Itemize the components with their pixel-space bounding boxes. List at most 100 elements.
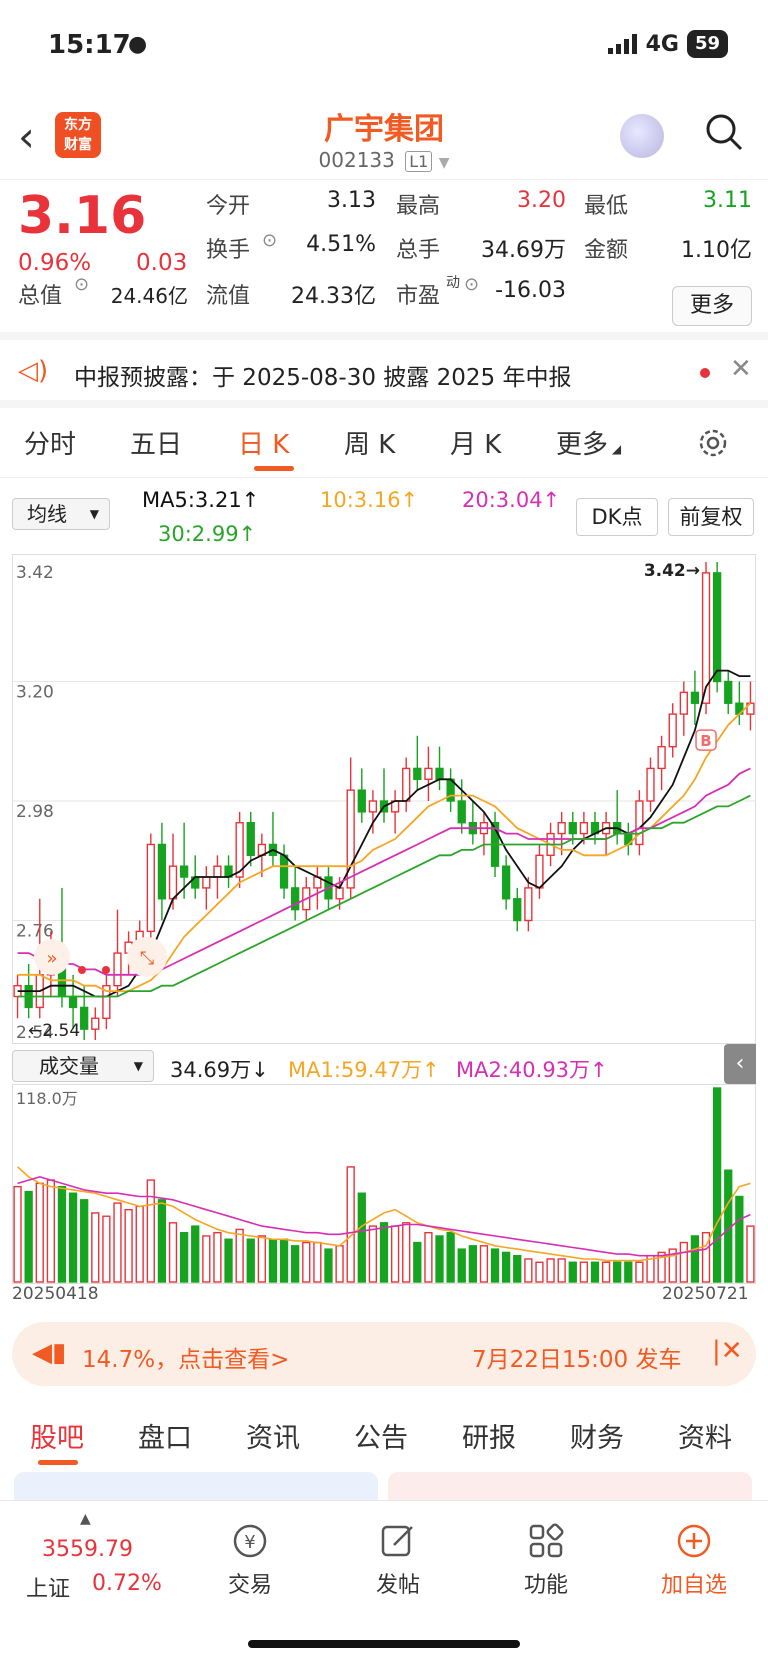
candle-body — [179, 865, 189, 878]
volume-bar — [379, 1222, 389, 1283]
tab-weekly-k[interactable]: 周 K — [344, 424, 395, 461]
volume-chart[interactable]: 118.0万 — [12, 1084, 756, 1284]
plus-circle-icon — [677, 1524, 711, 1558]
current-price: 3.16 — [18, 186, 147, 246]
index-name[interactable]: 上证 — [26, 1571, 70, 1603]
volume-max-label: 118.0万 — [16, 1089, 78, 1108]
event-dot — [102, 966, 110, 974]
tab-orderbook[interactable]: 盘口 — [138, 1416, 192, 1455]
volume-bar — [524, 1258, 533, 1283]
close-icon[interactable]: ✕ — [730, 354, 752, 384]
candle-body — [357, 789, 366, 813]
index-pct[interactable]: 0.72% — [92, 1571, 162, 1596]
volume-bar — [202, 1235, 211, 1283]
candle-body — [579, 822, 589, 835]
tab-finance[interactable]: 财务 — [570, 1416, 624, 1455]
quote-panel: 3.16 0.96% 0.03 今开 3.13 最高 3.20 最低 3.11 … — [0, 180, 768, 340]
volume-legend: 成交量 ▼ 34.69万↓ MA1:59.47万↑ MA2:40.93万↑ ‹ — [0, 1044, 768, 1084]
volume-bar — [57, 1185, 67, 1283]
date-start: 20250418 — [12, 1284, 99, 1304]
candle-body — [635, 800, 644, 846]
candle-body — [457, 800, 466, 824]
candle-body — [246, 822, 255, 857]
tab-announcements[interactable]: 公告 — [354, 1416, 408, 1455]
close-icon[interactable]: |✕ — [712, 1336, 743, 1366]
volume-bar — [168, 1222, 178, 1283]
volume-select[interactable]: 成交量 ▼ — [12, 1050, 154, 1082]
tab-five-day[interactable]: 五日 — [130, 424, 182, 461]
volume-bar — [446, 1231, 455, 1283]
indicator-select[interactable]: 均线 ▼ — [12, 498, 110, 530]
volume-ma2: MA2:40.93万↑ — [456, 1058, 608, 1082]
high-label: 最高 — [396, 194, 441, 219]
info-icon[interactable]: ⊙ — [262, 230, 277, 251]
content-card-peek — [14, 1472, 378, 1502]
assistant-robot-icon[interactable] — [620, 114, 664, 158]
low-label: 最低 — [584, 194, 629, 219]
grid-icon — [529, 1523, 564, 1558]
volume-bar — [35, 1182, 44, 1283]
candle-body — [679, 691, 688, 715]
level-badge: L1 — [405, 151, 433, 172]
promo-banner[interactable]: ◀▮ 14.7%，点击查看> 7月22日15:00 发车 |✕ — [12, 1322, 756, 1386]
tab-monthly-k[interactable]: 月 K — [450, 424, 501, 461]
volume-bar — [590, 1261, 600, 1283]
volume-bar — [235, 1228, 244, 1283]
volume-bar — [435, 1235, 444, 1283]
volume-bar — [490, 1248, 500, 1283]
dk-point-button[interactable]: DK点 — [576, 498, 658, 536]
gear-icon[interactable] — [696, 426, 730, 460]
volume-bar — [635, 1261, 644, 1283]
double-chevron-icon: » — [46, 948, 57, 969]
volume-ma1: MA1:59.47万↑ — [288, 1058, 440, 1082]
float-value: 24.33亿 — [291, 284, 376, 309]
volume-bar — [413, 1241, 422, 1283]
tab-news[interactable]: 资讯 — [246, 1416, 300, 1455]
volume-bar — [724, 1169, 733, 1283]
y-tick-label: 3.42 — [16, 563, 54, 583]
info-tabs: 股吧 盘口 资讯 公告 研报 财务 资料 — [0, 1400, 768, 1470]
nav-trade[interactable]: ¥ 交易 — [200, 1521, 300, 1599]
triangle-icon: ◢ — [608, 442, 622, 456]
info-icon[interactable]: ⊙ — [74, 274, 89, 295]
tab-research[interactable]: 研报 — [462, 1416, 516, 1455]
candle-body — [402, 767, 411, 802]
chevron-down-icon: ▼ — [133, 1059, 143, 1073]
volume-bar — [191, 1225, 200, 1283]
tab-profile[interactable]: 资料 — [678, 1416, 732, 1455]
min-price-label: ←2.54 — [28, 1021, 80, 1041]
candlestick-chart[interactable]: 3.423.202.982.762.543.42→←2.54B» ⤡ — [12, 554, 756, 1044]
index-value[interactable]: 3559.79 — [42, 1537, 133, 1562]
nav-function[interactable]: 功能 — [496, 1521, 596, 1599]
tab-intraday[interactable]: 分时 — [24, 424, 76, 461]
volume-bar — [80, 1199, 89, 1283]
stock-code: 002133 — [318, 148, 395, 172]
change-value: 0.03 — [136, 250, 188, 276]
tab-daily-k[interactable]: 日 K — [238, 424, 289, 461]
tab-more[interactable]: 更多 ◢ — [556, 424, 621, 461]
tab-forum[interactable]: 股吧 — [30, 1416, 84, 1455]
candle-body — [113, 952, 122, 987]
candle-body — [146, 843, 155, 933]
candle-body — [424, 767, 433, 780]
adjust-button[interactable]: 前复权 — [668, 498, 754, 536]
tab-underline — [254, 466, 294, 471]
volume-bar — [335, 1245, 344, 1283]
candle-body — [657, 745, 666, 770]
volume-bar — [102, 1215, 111, 1283]
more-button[interactable]: 更多 — [672, 286, 752, 326]
notice-bar[interactable]: ◁) 中报预披露：于 2025-08-30 披露 2025 年中报 ✕ — [0, 340, 768, 408]
info-icon[interactable]: ⊙ — [464, 274, 479, 295]
nav-post[interactable]: 发帖 — [348, 1521, 448, 1599]
status-time: 15:17 — [48, 30, 131, 60]
high-value: 3.20 — [517, 188, 566, 213]
volume-bar — [624, 1261, 633, 1283]
nav-add-watchlist[interactable]: 加自选 — [644, 1521, 744, 1599]
volume-bar — [302, 1241, 311, 1283]
volume-bar — [402, 1222, 411, 1283]
search-icon[interactable] — [704, 112, 744, 152]
candle-body — [202, 876, 211, 889]
collapse-panel-button[interactable]: ‹ — [724, 1044, 756, 1084]
volume-bar — [324, 1248, 333, 1283]
volume-bar — [712, 1087, 722, 1283]
